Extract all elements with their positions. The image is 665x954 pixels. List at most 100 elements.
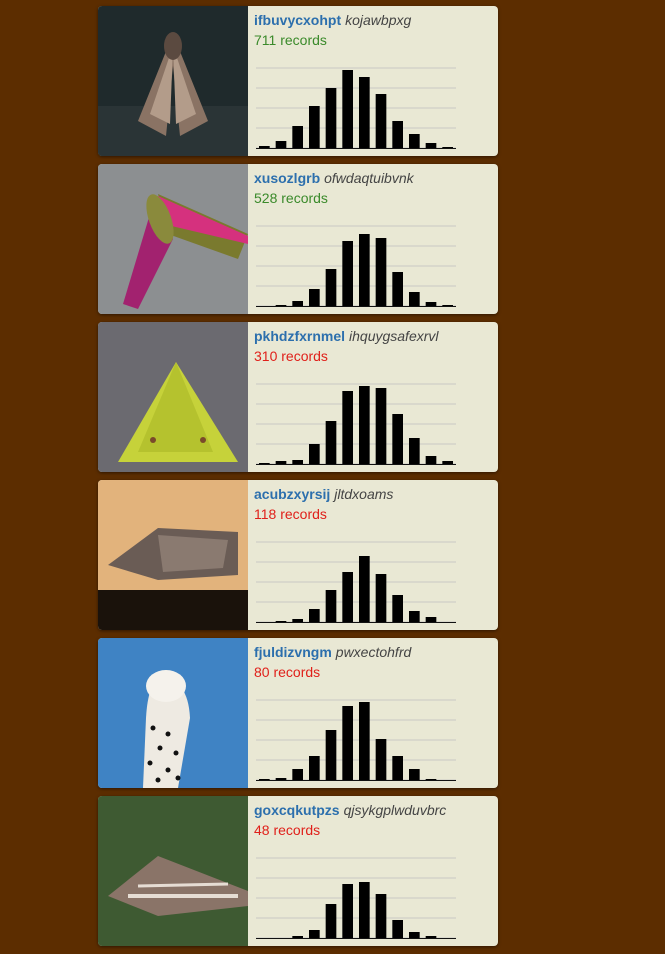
bar-oct [409,438,420,464]
common-name-link[interactable]: pkhdzfxrnmel [254,328,345,344]
bar-nov [425,143,437,148]
species-card[interactable]: fjuldizvngm pwxectohfrd 80 records [98,638,498,788]
species-info: acubzxyrsij jltdxoams 118 records [254,486,492,522]
bar-may [325,590,337,622]
bar-sep [392,920,403,938]
bar-feb [275,461,287,464]
bar-aug [375,574,387,622]
species-title: acubzxyrsij jltdxoams [254,486,492,502]
bar-dec [442,461,453,464]
species-list: ifbuvycxohpt kojawbpxg 711 records xusozl… [98,6,498,954]
flight-period-chart [256,541,456,623]
bar-apr [309,106,320,148]
bar-sep [392,272,403,306]
bar-nov [425,456,437,464]
bar-mar [292,460,303,464]
bar-oct [409,292,420,306]
bar-jul [359,234,370,306]
common-name-link[interactable]: ifbuvycxohpt [254,12,341,28]
bar-aug [375,894,387,938]
moth-pink-olive-photo [98,164,248,314]
common-name-link[interactable]: fjuldizvngm [254,644,332,660]
bar-jul [359,882,370,938]
bar-jul [359,702,370,780]
bar-nov [425,936,437,938]
bar-aug [375,94,387,148]
species-info: fjuldizvngm pwxectohfrd 80 records [254,644,492,680]
bar-may [325,904,337,938]
moth-photo[interactable] [98,480,248,630]
common-name-link[interactable]: acubzxyrsij [254,486,330,502]
flight-period-chart [256,699,456,781]
common-name-link[interactable]: xusozlgrb [254,170,320,186]
moth-photo[interactable] [98,164,248,314]
moth-photo[interactable] [98,638,248,788]
bar-mar [292,619,303,622]
species-info: pkhdzfxrnmel ihquygsafexrvl 310 records [254,328,492,364]
latin-name: qjsykgplwduvbrc [343,802,447,818]
bar-jun [342,884,353,938]
flight-period-chart [256,225,456,307]
bar-jul [359,77,370,148]
latin-name: pwxectohfrd [335,644,412,660]
bar-may [325,88,337,148]
moth-yellow-green-photo [98,322,248,472]
bar-oct [409,932,420,938]
species-card[interactable]: acubzxyrsij jltdxoams 118 records [98,480,498,630]
flight-period-chart [256,857,456,939]
bar-jun [342,706,353,780]
bar-nov [425,617,437,622]
bar-oct [409,134,420,148]
latin-name: jltdxoams [334,486,394,502]
bar-feb [275,141,287,148]
bar-may [325,730,337,780]
species-info: ifbuvycxohpt kojawbpxg 711 records [254,12,492,48]
species-card[interactable]: xusozlgrb ofwdaqtuibvnk 528 records [98,164,498,314]
bar-sep [392,414,403,464]
bar-sep [392,756,403,780]
bar-mar [292,769,303,780]
moth-striped-photo [98,796,248,946]
bar-aug [375,238,387,306]
latin-name: ofwdaqtuibvnk [324,170,414,186]
bar-feb [275,778,287,780]
species-card[interactable]: goxcqkutpzs qjsykgplwduvbrc 48 records [98,796,498,946]
bar-aug [375,388,387,464]
bar-jul [359,556,370,622]
latin-name: kojawbpxg [345,12,412,28]
flight-period-chart [256,383,456,465]
species-card[interactable]: pkhdzfxrnmel ihquygsafexrvl 310 records [98,322,498,472]
moth-brown-photo [98,480,248,630]
bar-mar [292,936,303,938]
bar-jan [259,146,270,148]
moth-photo[interactable] [98,6,248,156]
flight-period-chart [256,67,456,149]
bar-aug [375,739,387,780]
record-count: 118 records [254,506,327,522]
species-card[interactable]: ifbuvycxohpt kojawbpxg 711 records [98,6,498,156]
moth-white-spotted-photo [98,638,248,788]
bar-apr [309,289,320,306]
species-title: pkhdzfxrnmel ihquygsafexrvl [254,328,492,344]
bar-may [325,421,337,464]
moth-photo[interactable] [98,322,248,472]
moth-gray-brown-photo [98,6,248,156]
bar-jul [359,386,370,464]
latin-name: ihquygsafexrvl [349,328,439,344]
bar-mar [292,126,303,148]
bar-jan [259,779,270,780]
bar-apr [309,609,320,622]
bar-sep [392,121,403,148]
bar-nov [425,779,437,780]
moth-photo[interactable] [98,796,248,946]
species-title: ifbuvycxohpt kojawbpxg [254,12,492,28]
bar-dec [442,305,453,306]
record-count: 711 records [254,32,327,48]
bar-nov [425,302,437,306]
bar-mar [292,301,303,306]
bar-may [325,269,337,306]
bar-feb [275,621,287,622]
common-name-link[interactable]: goxcqkutpzs [254,802,340,818]
bar-apr [309,756,320,780]
record-count: 528 records [254,190,328,206]
